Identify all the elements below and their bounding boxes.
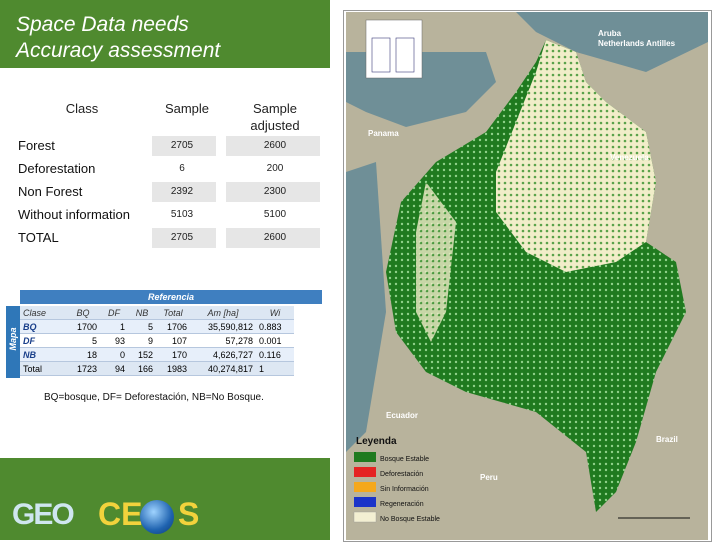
table-total-row: Total 1723 94 166 1983 40,274,817 1: [20, 361, 294, 376]
table-row: Forest 2705 2600: [12, 136, 320, 156]
legend-swatch-deforestation: [354, 467, 376, 477]
row-label: TOTAL: [18, 230, 59, 245]
legend-label: Sin Información: [380, 486, 429, 493]
table-row: Without information 5103 5100: [12, 205, 320, 225]
col-header: Clase: [20, 306, 66, 320]
legend-swatch-no-info: [354, 482, 376, 492]
forest-change-map: Aruba Netherlands Antilles Panama Venezu…: [346, 12, 708, 540]
row-sample: 5103: [170, 209, 194, 220]
label-brazil: Brazil: [656, 435, 678, 444]
header-sample: Sample: [164, 101, 210, 116]
title-line-1: Space Data needs: [16, 13, 189, 36]
legend-label: Bosque Estable: [380, 456, 429, 463]
legend-title: Leyenda: [356, 436, 397, 447]
confusion-footnote: BQ=bosque, DF= Deforestación, NB=No Bosq…: [44, 392, 264, 403]
row-sample: 2705: [170, 140, 194, 151]
slide-title: Space Data needs Accuracy assessment: [16, 12, 220, 64]
header-sample-adjusted: Sample adjusted: [250, 101, 300, 133]
col-header: Wi: [256, 306, 294, 320]
row-adjusted: 2600: [263, 232, 287, 243]
table-row: DF 5 93 9 107 57,278 0.001: [20, 333, 294, 348]
table-row: Non Forest 2392 2300: [12, 182, 320, 202]
confusion-table: Clase BQ DF NB Total Am [ha] Wi BQ 1700 1 5…: [20, 306, 294, 376]
row-adjusted: 2300: [263, 186, 287, 197]
label-peru: Peru: [480, 473, 498, 482]
row-label: Without information: [18, 207, 130, 222]
logo-band: GEO CE S: [0, 458, 330, 540]
label-aruba: Aruba: [598, 29, 622, 38]
globe-icon: [140, 500, 174, 534]
legend-label: Regeneración: [380, 501, 424, 508]
legend-label: Deforestación: [380, 471, 423, 478]
legend-swatch-forest: [354, 452, 376, 462]
col-header: NB: [128, 306, 156, 320]
label-ecuador: Ecuador: [386, 411, 418, 420]
table-row: TOTAL 2705 2600: [12, 228, 320, 248]
confusion-matrix: Mapa Referencia Clase BQ DF NB Total Am …: [6, 290, 322, 402]
row-label: Forest: [18, 138, 55, 153]
label-antilles: Netherlands Antilles: [598, 39, 676, 48]
col-header: DF: [100, 306, 128, 320]
col-header: Total: [156, 306, 190, 320]
row-label: Non Forest: [18, 184, 83, 199]
col-header: Am [ha]: [190, 306, 256, 320]
label-venezuela: Venezuela: [610, 153, 649, 162]
ceos-logo-s: S: [178, 496, 200, 532]
label-panama: Panama: [368, 129, 399, 138]
header-class: Class: [65, 101, 99, 116]
row-adjusted: 200: [266, 163, 284, 174]
legend-swatch-nonforest: [353, 511, 377, 523]
row-adjusted: 5100: [263, 209, 287, 220]
inset-map: [365, 19, 423, 79]
table-row: NB 18 0 152 170 4,626,727 0.116: [20, 347, 294, 362]
table-row: BQ 1700 1 5 1706 35,590,812 0.883: [20, 319, 294, 334]
legend-label: No Bosque Estable: [380, 516, 440, 523]
title-line-2: Accuracy assessment: [16, 39, 221, 62]
row-sample: 2705: [170, 232, 194, 243]
ceos-logo: CE: [98, 496, 143, 532]
reference-axis-label: Referencia: [20, 290, 322, 304]
row-label: Deforestation: [18, 161, 96, 176]
table-row: Deforestation 6 200: [12, 159, 320, 179]
row-sample: 6: [179, 163, 185, 174]
geo-logo: GEO: [12, 498, 75, 531]
col-header: BQ: [66, 306, 100, 320]
row-sample: 2392: [170, 186, 194, 197]
map-axis-label: Mapa: [6, 306, 20, 378]
table-header-row: Clase BQ DF NB Total Am [ha] Wi: [20, 306, 294, 320]
legend-swatch-regeneration: [354, 497, 376, 507]
row-adjusted: 2600: [263, 140, 287, 151]
